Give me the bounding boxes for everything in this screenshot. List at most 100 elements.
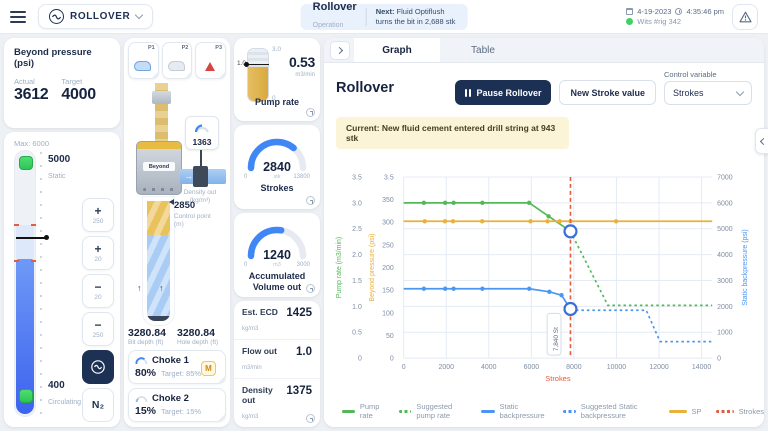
- next-operation-text: Next: Fluid Optiflush turns the bit in 2…: [376, 7, 456, 27]
- svg-text:2.5: 2.5: [352, 226, 362, 233]
- choke-1-card[interactable]: Choke 1 80% Target: 85% M: [128, 350, 226, 384]
- decrease-20-button[interactable]: −20: [82, 274, 114, 308]
- hole-depth-value: 3280.84: [177, 327, 226, 339]
- expand-icon[interactable]: [306, 108, 315, 117]
- decrease-250-button[interactable]: −250: [82, 312, 114, 346]
- flow-out-unit: m3/min: [242, 365, 262, 371]
- folded-corner: [219, 72, 225, 78]
- density-out-unit: kg/m3: [242, 414, 258, 420]
- expand-icon[interactable]: [306, 284, 315, 293]
- legend-static-backpressure[interactable]: Static backpressure: [481, 402, 549, 420]
- choke-2-target: Target: 15%: [161, 407, 201, 416]
- tab-table[interactable]: Table: [440, 38, 526, 62]
- accumulated-unit: m3: [238, 262, 316, 268]
- new-stroke-value-button[interactable]: New Stroke value: [559, 80, 656, 105]
- rollover-logo-icon: [49, 9, 64, 24]
- svg-text:2000: 2000: [439, 364, 455, 371]
- rig-label: Wits #rig 342: [637, 17, 681, 26]
- legend-strokes[interactable]: Strokes: [716, 407, 764, 416]
- svg-text:Strokes: Strokes: [545, 374, 571, 383]
- strokes-unit: stk: [238, 174, 316, 180]
- increase-250-button[interactable]: +250: [82, 198, 114, 232]
- range-limit-mark: [31, 260, 36, 262]
- svg-text:1.0: 1.0: [352, 304, 362, 311]
- expand-icon[interactable]: [306, 196, 315, 205]
- pressure-slider-track[interactable]: [14, 150, 36, 417]
- nitrogen-button[interactable]: N₂: [82, 388, 114, 422]
- control-point-annotation: 2850 Control point (m): [174, 195, 211, 230]
- preset-p2-button[interactable]: P2: [162, 42, 193, 79]
- side-panel-collapse-button[interactable]: [755, 128, 768, 154]
- svg-text:10000: 10000: [607, 364, 626, 371]
- folded-corner: [185, 72, 191, 78]
- legend-suggested-pump-rate[interactable]: Suggested pump rate: [399, 402, 467, 420]
- legend-sp[interactable]: SP: [669, 407, 702, 416]
- pump-rate-card: 1.0 3.0 0 0.53 m3/min Pump rate: [234, 38, 320, 121]
- control-point-unit: (m): [174, 221, 211, 229]
- expand-icon[interactable]: [306, 414, 315, 423]
- svg-text:8000: 8000: [566, 364, 582, 371]
- max-pressure-label: Max: 6000: [14, 139, 49, 148]
- svg-text:Pump rate (m3/min): Pump rate (m3/min): [336, 237, 343, 298]
- chevron-left-icon: [759, 137, 766, 144]
- flow-out-row: Flow outm3/min 1.0: [234, 339, 320, 378]
- fluid-p2-icon: [168, 61, 185, 71]
- pump-rate-unit: m3/min: [289, 72, 315, 78]
- rollover-chart[interactable]: 7,840 St3.53.02.52.01.51.00.503.53503002…: [324, 149, 764, 402]
- actual-pressure-value: 3612: [14, 86, 48, 104]
- svg-text:150: 150: [382, 288, 394, 295]
- circulating-pressure-handle[interactable]: [19, 389, 33, 403]
- current-pressure-marker[interactable]: [16, 237, 46, 239]
- bit-depth-label: Bit depth (ft): [128, 339, 177, 346]
- svg-text:250: 250: [382, 242, 394, 249]
- svg-text:4000: 4000: [481, 364, 497, 371]
- drilling-fluid-section: [147, 235, 170, 316]
- pump-rate-value: 0.53: [289, 54, 315, 70]
- svg-text:2.0: 2.0: [352, 252, 362, 259]
- pause-rollover-button[interactable]: Pause Rollover: [455, 80, 551, 105]
- panel-expand-button[interactable]: [330, 41, 350, 60]
- main-panel: Graph Table Rollover Pause Rollover New …: [324, 38, 764, 427]
- readings-card: Est. ECDkg/m3 1425 Flow outm3/min 1.0 De…: [234, 301, 320, 427]
- annulus-up-arrow-icon: ↑: [137, 283, 142, 293]
- increase-20-button[interactable]: +20: [82, 236, 114, 270]
- operation-switcher[interactable]: ROLLOVER: [38, 4, 153, 29]
- pump-marker-line: [247, 64, 269, 65]
- tab-graph[interactable]: Graph: [354, 38, 440, 62]
- svg-text:2000: 2000: [717, 304, 733, 311]
- accumulated-label: Accumulated Volume out: [238, 271, 316, 293]
- wave-icon: [90, 359, 106, 375]
- pointer-icon: [169, 199, 174, 205]
- svg-text:6000: 6000: [524, 364, 540, 371]
- static-pressure-handle[interactable]: [19, 156, 33, 170]
- svg-text:3.5: 3.5: [384, 174, 394, 181]
- svg-text:300: 300: [382, 220, 394, 227]
- bit-depth-value: 3280.84: [128, 327, 177, 339]
- choke-gauge-icon: [135, 357, 148, 365]
- svg-text:12000: 12000: [649, 364, 668, 371]
- pump-scale-max: 3.0: [272, 46, 281, 53]
- choke-2-card[interactable]: Choke 2 15% Target: 15%: [128, 388, 226, 422]
- choke-2-name: Choke 2: [152, 393, 189, 404]
- choke-gauge-icon: [135, 395, 148, 403]
- preset-p3-button[interactable]: P3: [195, 42, 226, 79]
- control-variable-select[interactable]: Strokes: [664, 81, 752, 105]
- legend-suggested-static-backpressure[interactable]: Suggested Static backpressure: [563, 402, 655, 420]
- operation-subtitle: Operation: [313, 22, 344, 29]
- svg-text:1000: 1000: [717, 330, 733, 337]
- circulating-pressure-label: Circulating: [48, 399, 81, 406]
- density-out-gauge[interactable]: 1363: [185, 116, 219, 150]
- strokes-gauge-arc: [251, 142, 303, 168]
- choke-2-value: 15%: [135, 405, 156, 417]
- alerts-button[interactable]: [732, 4, 758, 30]
- hamburger-menu-icon[interactable]: [10, 8, 26, 26]
- legend-pump-rate[interactable]: Pump rate: [342, 402, 385, 420]
- flow-out-label: Flow out: [242, 346, 277, 356]
- choke-1-value: 80%: [135, 367, 156, 379]
- preset-p1-button[interactable]: P1: [128, 42, 159, 79]
- auto-pressure-button[interactable]: [82, 350, 114, 384]
- svg-text:3.5: 3.5: [352, 174, 362, 181]
- gauge-arc-icon: [194, 124, 210, 133]
- top-bar: ROLLOVER Rollover Operation Next: Fluid …: [0, 0, 768, 34]
- hole-depth-label: Hole depth (ft): [177, 339, 226, 346]
